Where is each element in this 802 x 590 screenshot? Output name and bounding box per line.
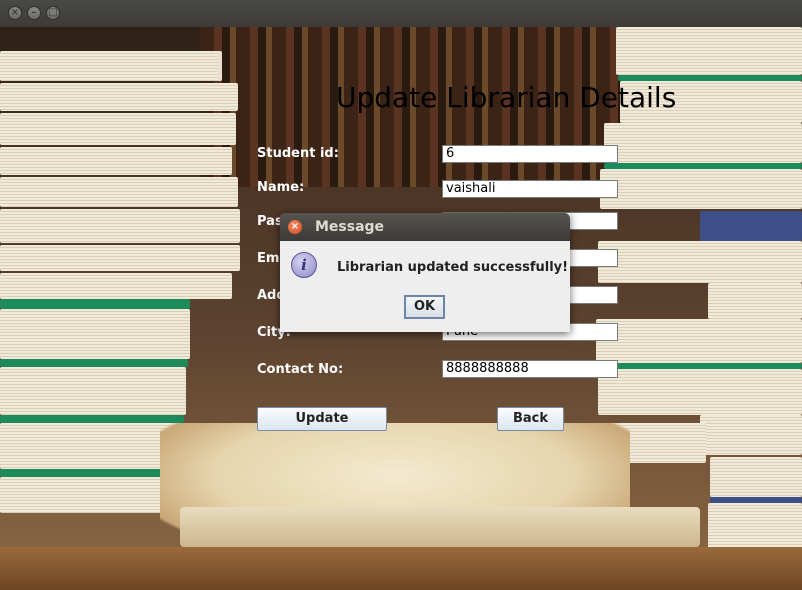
name-field[interactable]: vaishali bbox=[442, 180, 618, 198]
dialog-title: Message bbox=[315, 219, 385, 235]
contact-field[interactable]: 8888888888 bbox=[442, 360, 618, 378]
back-button[interactable]: Back bbox=[497, 407, 564, 431]
dialog-message: Librarian updated successfully! bbox=[337, 260, 569, 275]
dialog-titlebar: × Message bbox=[280, 213, 570, 241]
info-icon: i bbox=[291, 252, 317, 278]
window-maximize-button[interactable]: □ bbox=[46, 6, 60, 20]
contact-label: Contact No: bbox=[257, 362, 344, 377]
dialog-close-icon[interactable]: × bbox=[288, 220, 302, 234]
student-id-field[interactable]: 6 bbox=[442, 145, 618, 163]
password-label: Pas bbox=[257, 214, 283, 229]
dialog-body: i Librarian updated successfully! OK bbox=[280, 241, 570, 332]
window-minimize-button[interactable]: – bbox=[27, 6, 41, 20]
update-button[interactable]: Update bbox=[257, 407, 387, 431]
student-id-label: Student id: bbox=[257, 146, 339, 161]
window-titlebar: × – □ bbox=[0, 0, 802, 27]
message-dialog: × Message i Librarian updated successful… bbox=[280, 213, 570, 332]
ok-button[interactable]: OK bbox=[404, 295, 445, 319]
name-label: Name: bbox=[257, 180, 305, 195]
window-close-button[interactable]: × bbox=[8, 6, 22, 20]
page-title: Update Librarian Details bbox=[336, 81, 677, 114]
